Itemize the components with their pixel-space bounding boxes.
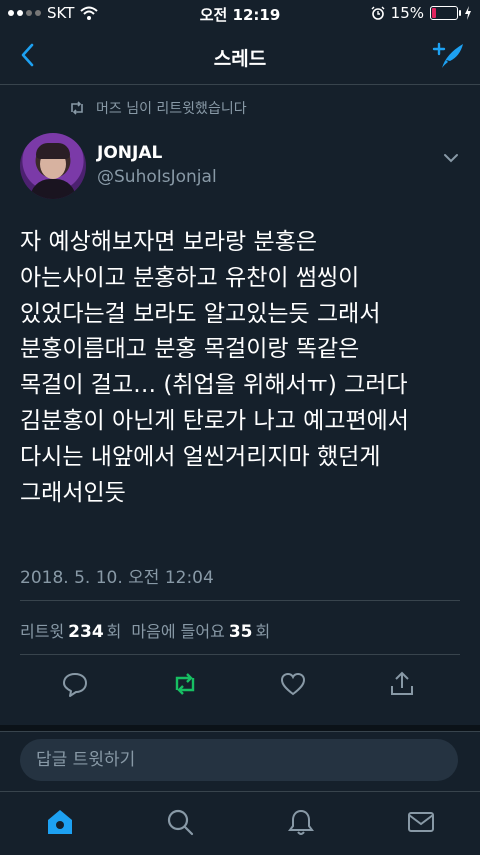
retweet-icon — [71, 101, 83, 115]
retweet-count: 234 — [68, 622, 104, 642]
like-count: 35 — [228, 622, 253, 642]
share-icon — [391, 671, 413, 695]
battery-icon — [430, 6, 461, 20]
status-bar: SKT 오전 12:19 15% — [0, 0, 480, 28]
search-icon — [167, 809, 194, 836]
tab-messages[interactable] — [406, 807, 436, 837]
battery-fill — [432, 8, 436, 18]
page-title: 스레드 — [213, 48, 267, 70]
tab-notifications[interactable] — [286, 807, 316, 837]
tweet-detail: 머즈 님이 리트윗했습니다 JONJAL @SuhoIsJonjal 자 예상해… — [0, 85, 480, 725]
reply-icon — [63, 673, 87, 697]
heart-icon — [280, 672, 306, 696]
share-button[interactable] — [388, 670, 416, 698]
retweet-unit: 회 — [106, 622, 122, 641]
like-stat-label: 마음에 들어요 — [131, 622, 225, 641]
retweeted-by-label: 머즈 님이 리트윗했습니다 — [96, 101, 247, 117]
retweet-stat-label: 리트윗 — [20, 622, 65, 641]
author-handle[interactable]: @SuhoIsJonjal — [97, 167, 217, 187]
retweet-context: 머즈 님이 리트윗했습니다 — [68, 98, 247, 118]
tweet-timestamp: 2018. 5. 10. 오전 12:04 — [20, 568, 214, 588]
status-bar-right: 15% — [371, 4, 472, 22]
reply-input[interactable]: 답글 트윗하기 — [20, 739, 458, 781]
compose-feather-icon[interactable] — [432, 38, 466, 72]
tab-search[interactable] — [165, 807, 195, 837]
like-button[interactable] — [279, 670, 307, 698]
divider — [20, 600, 460, 601]
reply-button[interactable] — [61, 670, 89, 698]
retweet-stat[interactable]: 리트윗 234 회 — [20, 622, 122, 642]
author-display-name[interactable]: JONJAL — [97, 143, 162, 163]
charging-icon — [465, 6, 471, 20]
like-unit: 회 — [255, 622, 271, 641]
tab-home[interactable] — [45, 807, 75, 837]
tweet-actions — [0, 670, 480, 700]
battery-percent: 15% — [390, 4, 424, 22]
tweet-stats: 리트윗 234 회 마음에 들어요 35 회 — [20, 618, 270, 642]
tab-bar — [0, 791, 480, 855]
tweet-body: 자 예상해보자면 보라랑 분홍은 아는사이고 분홍하고 유찬이 썸씽이 있었다는… — [20, 229, 409, 506]
alarm-icon — [371, 6, 385, 20]
nav-bar: 스레드 — [0, 28, 480, 85]
reply-bar: 답글 트윗하기 — [0, 731, 480, 792]
like-stat[interactable]: 마음에 들어요 35 회 — [131, 622, 271, 642]
chevron-down-icon[interactable] — [442, 149, 460, 167]
divider — [20, 654, 460, 655]
retweet-button[interactable] — [171, 670, 199, 698]
notifications-icon — [288, 809, 314, 835]
messages-icon — [408, 812, 434, 832]
home-icon — [48, 810, 72, 834]
avatar[interactable] — [20, 133, 86, 199]
retweet-icon — [175, 673, 195, 695]
